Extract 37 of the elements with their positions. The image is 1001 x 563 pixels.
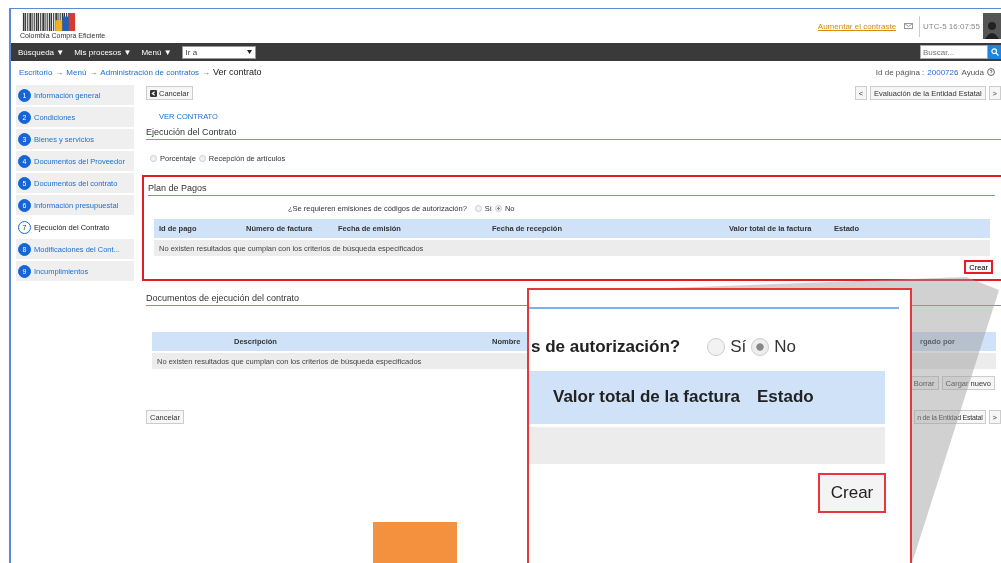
radio-button[interactable] [198, 155, 206, 162]
barcode-logo-icon [20, 13, 78, 31]
back-icon [150, 89, 157, 97]
breadcrumb-link[interactable]: Menú [66, 67, 87, 77]
radio-label: No [774, 337, 797, 357]
question-text: s de autorización? [531, 337, 681, 357]
create-button[interactable]: Crear [818, 473, 886, 513]
search-field[interactable]: Buscar... [920, 45, 988, 59]
section-heading: Plan de Pagos [148, 183, 995, 196]
breadcrumb-current: Ver contrato [213, 67, 262, 77]
page-id-label: Id de página : [875, 67, 925, 77]
page-id-link[interactable]: 2000726 [927, 67, 959, 77]
column-header: Estado [757, 387, 814, 407]
nav-menu[interactable]: Búsqueda ▼ [18, 47, 65, 57]
radio-button[interactable] [707, 338, 726, 356]
breadcrumb-link[interactable]: Escritorio [19, 67, 53, 77]
nav-menu[interactable]: Menú ▼ [141, 47, 172, 57]
help-icon[interactable] [987, 68, 995, 76]
breadcrumb-link[interactable]: Administración de contratos [100, 67, 200, 77]
radio-button[interactable] [751, 338, 770, 356]
contrast-link[interactable]: Aumentar el contraste [817, 21, 897, 31]
caret-icon [246, 50, 252, 54]
section-heading: Ejecución del Contrato [146, 127, 1001, 140]
radio-button[interactable] [494, 205, 502, 212]
breadcrumb-separator: → [202, 67, 211, 77]
breadcrumb-separator: → [89, 67, 98, 77]
radio-button[interactable] [474, 205, 482, 212]
avatar-icon[interactable] [983, 13, 1001, 39]
column-header: Valor total de la factura [553, 387, 741, 407]
nav-menu[interactable]: Mis procesos ▼ [74, 47, 132, 57]
goto-select[interactable]: Ir a [181, 45, 256, 59]
search-button[interactable] [988, 45, 1001, 59]
help-link[interactable]: Ayuda [961, 67, 984, 77]
radio-button[interactable] [150, 155, 157, 162]
envelope-icon[interactable] [904, 23, 914, 29]
breadcrumb-separator: → [55, 67, 64, 77]
radio-label: Sí [730, 337, 747, 357]
